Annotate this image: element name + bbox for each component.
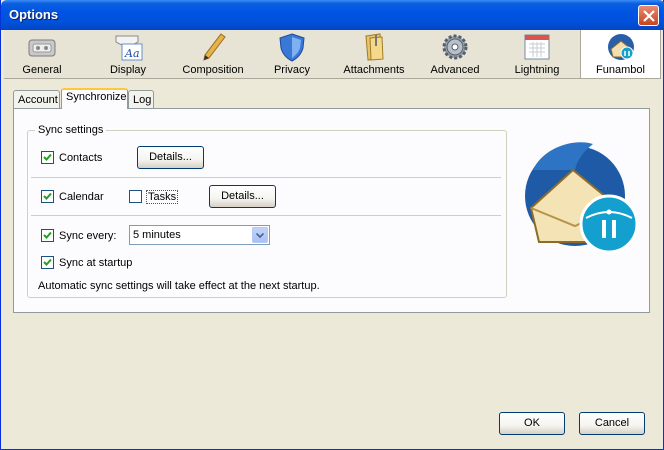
cancel-button[interactable]: Cancel (579, 412, 645, 435)
composition-icon (203, 33, 226, 61)
contacts-checkbox[interactable] (41, 151, 54, 164)
tasks-details-label: Details... (221, 190, 264, 202)
sync-every-checkbox[interactable] (41, 229, 54, 242)
tasks-details-button[interactable]: Details... (209, 185, 276, 208)
toolbar-composition[interactable]: Composition (175, 30, 251, 78)
sync-interval-select[interactable]: 5 minutes (129, 225, 270, 245)
close-icon (643, 10, 655, 22)
check-icon (43, 258, 52, 266)
tab-label-log: Log (133, 94, 152, 106)
contacts-label: Contacts (59, 152, 103, 164)
ok-label: OK (524, 417, 540, 429)
advanced-icon (442, 34, 468, 60)
separator (31, 215, 501, 216)
tab-label-account: Account (18, 94, 58, 106)
attachments-icon (365, 33, 384, 61)
tab-synchronize[interactable]: Synchronize (61, 88, 128, 109)
toolbar-label-advanced: Advanced (430, 64, 480, 76)
check-icon (43, 153, 52, 161)
dropdown-arrow-button[interactable] (252, 227, 268, 243)
toolbar-lightning[interactable]: Lightning (498, 30, 576, 78)
options-window: Options General Aa Display Composition P… (0, 0, 664, 450)
svg-text:Aa: Aa (124, 47, 140, 60)
privacy-icon (279, 33, 305, 62)
window-title: Options (9, 7, 59, 22)
tasks-label: Tasks (146, 190, 179, 204)
check-icon (43, 231, 52, 239)
calendar-label: Calendar (59, 191, 104, 203)
cancel-label: Cancel (594, 417, 630, 429)
sync-startup-label: Sync at startup (59, 257, 133, 269)
calendar-checkbox[interactable] (41, 190, 54, 203)
tab-account[interactable]: Account (13, 90, 60, 109)
funambol-logo-icon (525, 142, 639, 254)
title-bar[interactable]: Options (1, 0, 664, 30)
sync-interval-value: 5 minutes (133, 229, 181, 241)
check-icon (43, 192, 52, 200)
tasks-checkbox[interactable] (129, 190, 142, 203)
display-icon: Aa (115, 35, 143, 61)
toolbar-display[interactable]: Aa Display (90, 30, 166, 78)
close-button[interactable] (638, 5, 659, 26)
general-icon (28, 39, 56, 57)
toolbar-label-composition: Composition (182, 64, 244, 76)
contacts-details-button[interactable]: Details... (137, 146, 204, 169)
contacts-details-label: Details... (149, 151, 192, 163)
toolbar-label-lightning: Lightning (514, 64, 560, 76)
toolbar-advanced[interactable]: Advanced (417, 30, 493, 78)
toolbar-label-funambol: Funambol (596, 64, 645, 76)
ok-button[interactable]: OK (499, 412, 565, 435)
category-toolbar: General Aa Display Composition Privacy A… (4, 30, 661, 79)
funambol-icon (607, 34, 634, 60)
toolbar-privacy[interactable]: Privacy (254, 30, 330, 78)
toolbar-attachments[interactable]: Attachments (336, 30, 412, 78)
toolbar-label-privacy: Privacy (273, 64, 311, 76)
toolbar-funambol[interactable]: Funambol (580, 30, 661, 78)
chevron-down-icon (256, 233, 264, 238)
sync-every-label: Sync every: (59, 230, 117, 242)
tab-log[interactable]: Log (128, 90, 154, 109)
sync-startup-checkbox[interactable] (41, 256, 54, 269)
startup-note: Automatic sync settings will take effect… (38, 280, 320, 292)
toolbar-label-attachments: Attachments (343, 64, 405, 76)
toolbar-general[interactable]: General (4, 30, 80, 78)
sync-settings-legend: Sync settings (35, 124, 107, 136)
tab-label-synchronize: Synchronize (66, 91, 127, 103)
separator (31, 177, 501, 178)
toolbar-label-display: Display (109, 64, 147, 76)
toolbar-label-general: General (22, 64, 62, 76)
lightning-icon (524, 34, 550, 60)
